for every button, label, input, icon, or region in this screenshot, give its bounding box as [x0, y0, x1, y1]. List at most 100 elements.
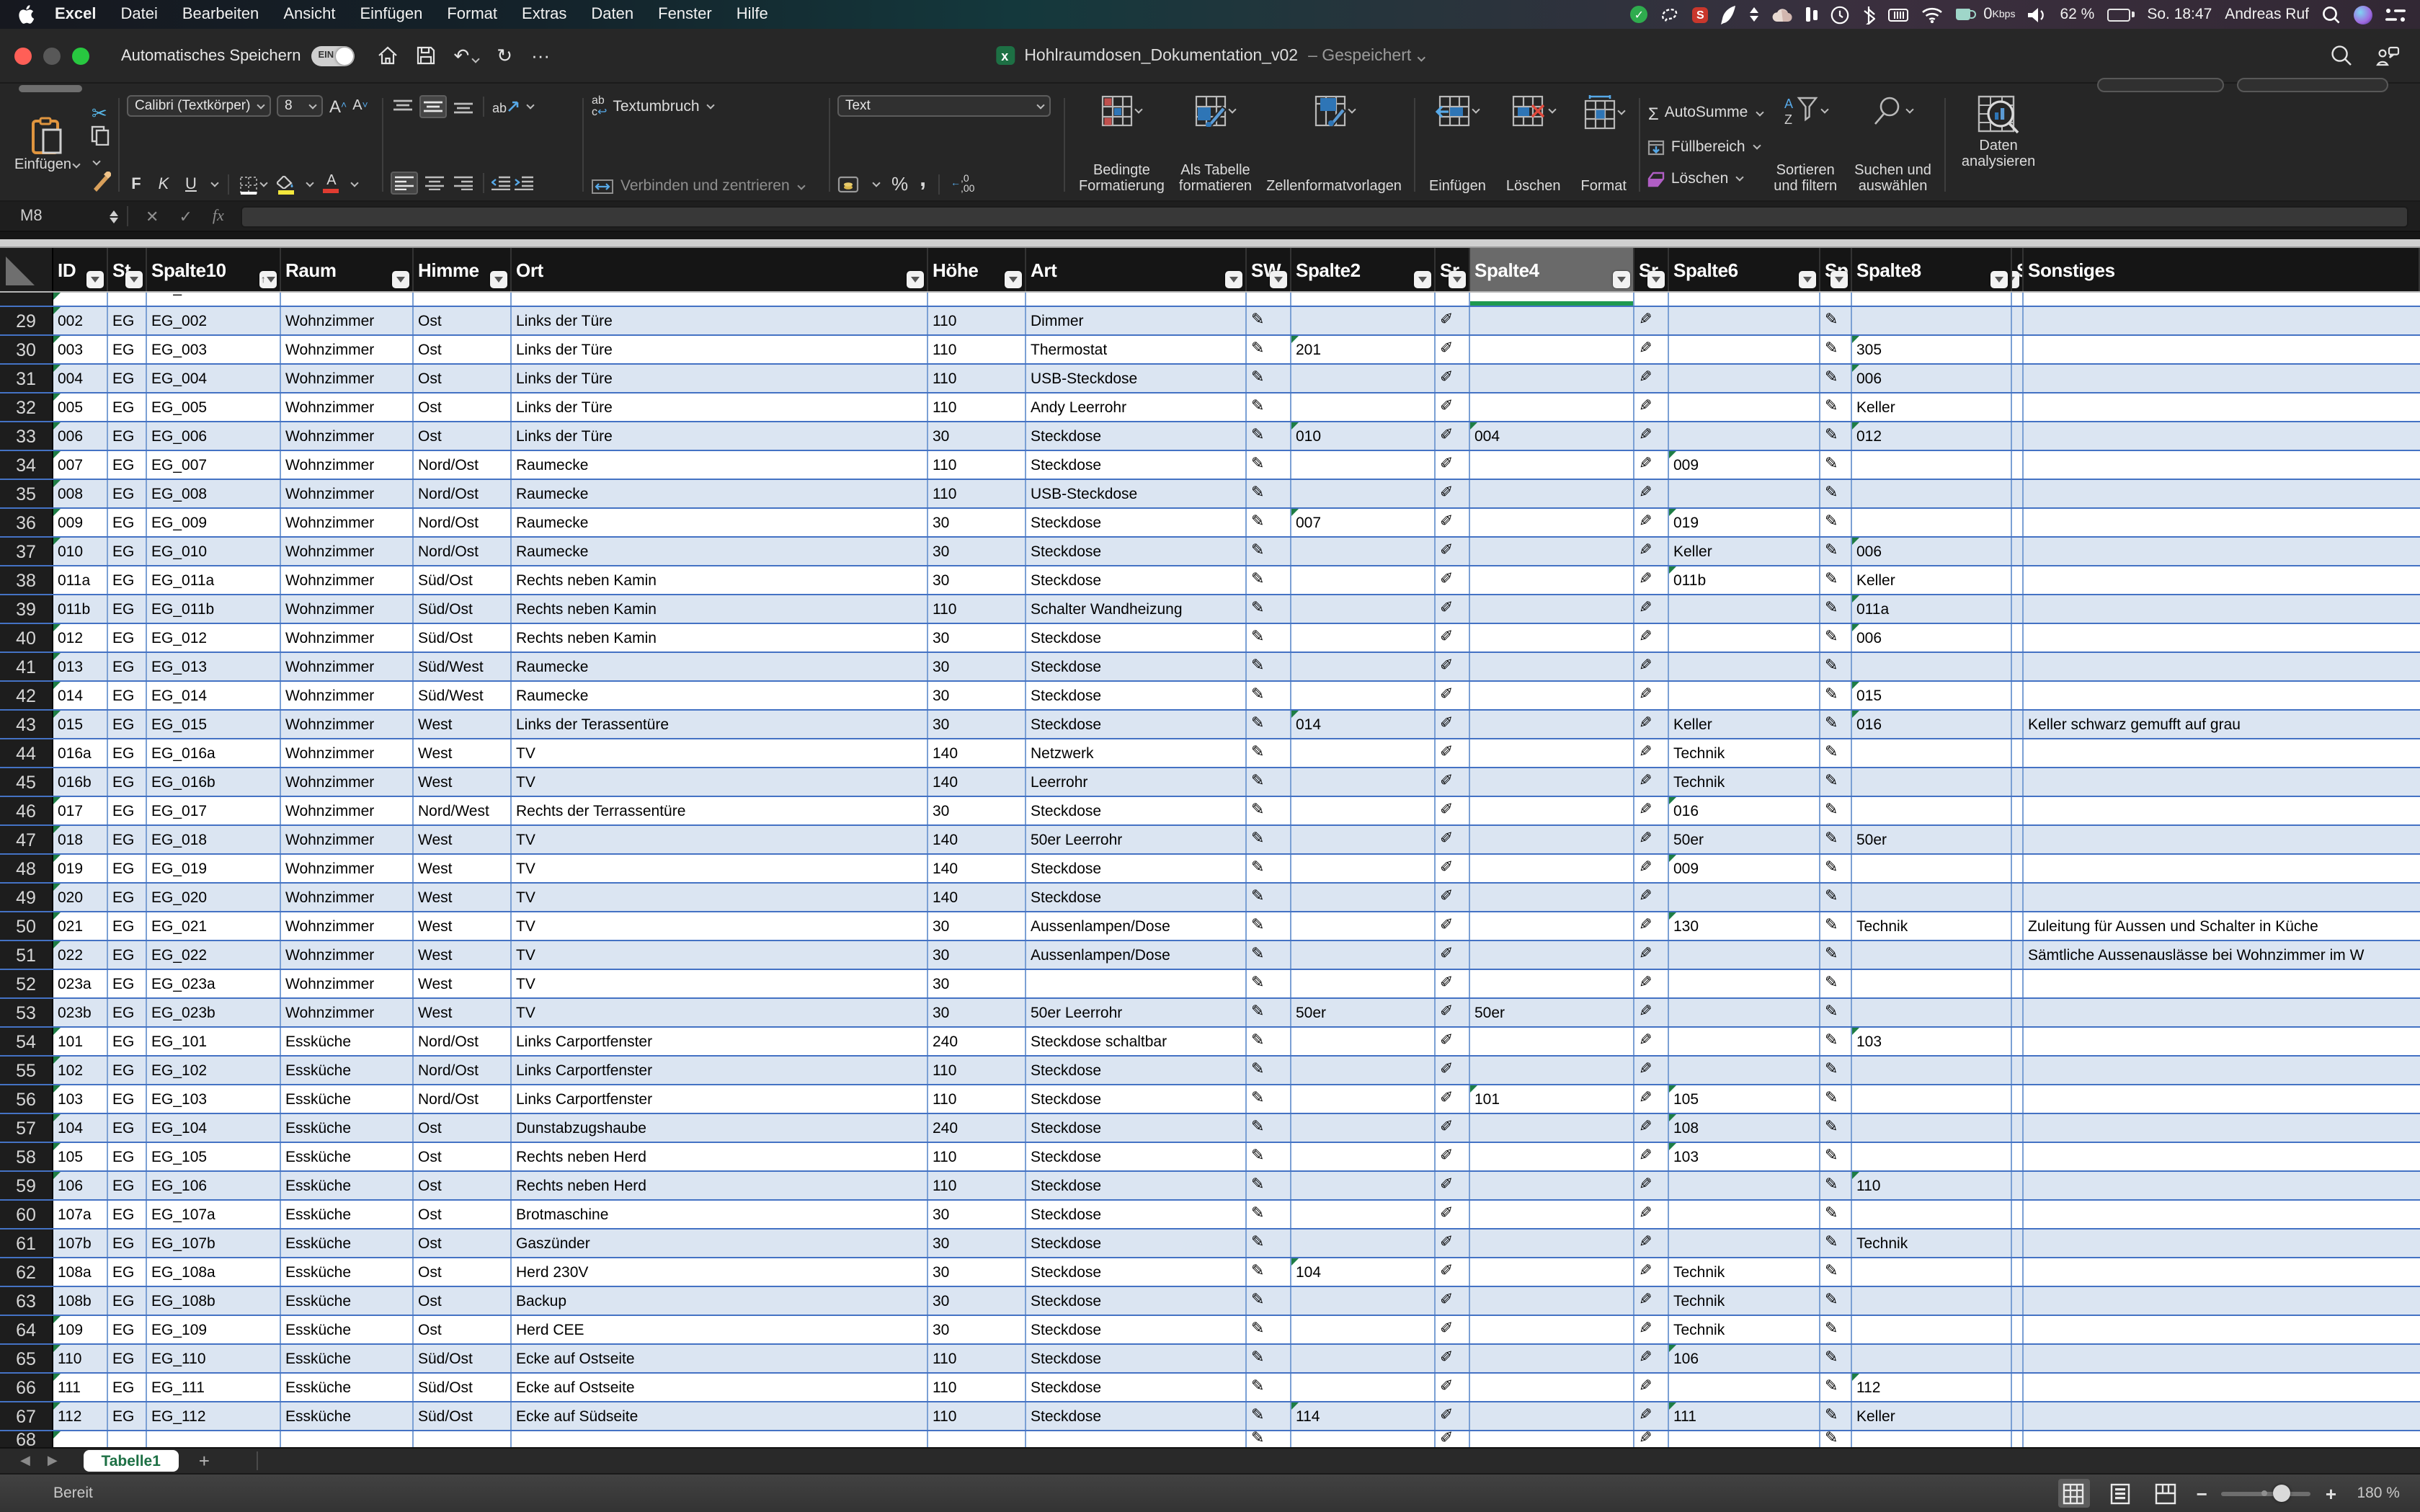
cancel-entry-button[interactable]: ✕: [146, 207, 159, 226]
cell-art[interactable]: Steckdose: [1026, 1316, 1247, 1343]
cell-st[interactable]: EG: [108, 1258, 147, 1286]
cell-ort[interactable]: TV: [512, 826, 928, 853]
cell-art[interactable]: Steckdose: [1026, 682, 1247, 709]
cell-s2[interactable]: 007: [1291, 509, 1436, 536]
row-number[interactable]: 62: [0, 1258, 53, 1286]
cell-p1[interactable]: ✎: [1247, 941, 1291, 969]
cell-id[interactable]: 008: [53, 480, 108, 507]
cell-raum[interactable]: Essküche: [281, 1085, 414, 1113]
cell-p2[interactable]: ✐: [1436, 293, 1470, 306]
cell-s4[interactable]: [1470, 538, 1634, 565]
cell-art[interactable]: Steckdose: [1026, 1143, 1247, 1170]
row-number[interactable]: 52: [0, 970, 53, 997]
cell-s6[interactable]: [1669, 1028, 1820, 1055]
decrease-indent-icon[interactable]: [491, 176, 511, 190]
cell-p3[interactable]: ✎: [1634, 711, 1669, 738]
minimize-window-button[interactable]: [43, 47, 61, 64]
cell-ort[interactable]: TV: [512, 999, 928, 1026]
cell-sonst[interactable]: [2024, 624, 2420, 652]
cell-sonst[interactable]: [2024, 855, 2420, 882]
cell-p2[interactable]: ✐: [1436, 826, 1470, 853]
lasso-icon[interactable]: [1660, 4, 1679, 25]
cell-id[interactable]: 105: [53, 1143, 108, 1170]
cell-st[interactable]: EG: [108, 538, 147, 565]
undo-icon[interactable]: ↶: [453, 44, 479, 67]
cell-hoehe[interactable]: 110: [928, 451, 1026, 479]
row-number[interactable]: 46: [0, 797, 53, 824]
cell-sliver[interactable]: [2012, 451, 2024, 479]
cell-art[interactable]: Aussenlampen/Dose: [1026, 912, 1247, 940]
cell-p2[interactable]: ✐: [1436, 1287, 1470, 1315]
comma-style-button[interactable]: ,: [920, 166, 926, 192]
cell-id[interactable]: 021: [53, 912, 108, 940]
cell-s4[interactable]: [1470, 739, 1634, 767]
cell-raum[interactable]: Essküche: [281, 1316, 414, 1343]
cell-p2[interactable]: ✐: [1436, 855, 1470, 882]
cell-p1[interactable]: ✎: [1247, 1316, 1291, 1343]
cell-id[interactable]: 004: [53, 365, 108, 392]
row-number[interactable]: 64: [0, 1316, 53, 1343]
cell-sliver[interactable]: [2012, 566, 2024, 594]
cell-p2[interactable]: ✐: [1436, 422, 1470, 450]
cell-p2[interactable]: ✐: [1436, 1431, 1470, 1447]
row-number[interactable]: 37: [0, 538, 53, 565]
cell-hoehe[interactable]: 30: [928, 711, 1026, 738]
font-color-button[interactable]: A: [323, 174, 339, 193]
cell-s6[interactable]: [1669, 999, 1820, 1026]
cell-s4[interactable]: [1470, 711, 1634, 738]
normal-view-button[interactable]: [2058, 1479, 2090, 1508]
cell-p2[interactable]: ✐: [1436, 451, 1470, 479]
align-center-icon[interactable]: [423, 173, 448, 193]
row-number[interactable]: 48: [0, 855, 53, 882]
insert-cells-button[interactable]: Einfügen: [1423, 95, 1492, 195]
cell-p4[interactable]: ✎: [1820, 884, 1852, 911]
filter-button[interactable]: [125, 271, 143, 288]
cell-p1[interactable]: ✎: [1247, 1287, 1291, 1315]
cell-s4[interactable]: [1470, 855, 1634, 882]
cell-p4[interactable]: ✎: [1820, 1374, 1852, 1401]
cell-raum[interactable]: Wohnzimmer: [281, 711, 414, 738]
cell-p3[interactable]: ✎: [1634, 624, 1669, 652]
close-window-button[interactable]: [14, 47, 32, 64]
cell-p4[interactable]: ✎: [1820, 855, 1852, 882]
sort-filter-button[interactable]: AZ Sortieren und filtern: [1768, 95, 1843, 195]
font-size-select[interactable]: 8: [277, 95, 324, 117]
cell-id[interactable]: 011a: [53, 566, 108, 594]
cell-art[interactable]: Steckdose: [1026, 1201, 1247, 1228]
cell-himmel[interactable]: Süd/West: [414, 653, 512, 680]
columns-icon[interactable]: [1806, 4, 1818, 25]
filter-button[interactable]: [1449, 271, 1466, 288]
cell-p4[interactable]: ✎: [1820, 797, 1852, 824]
cell-s8[interactable]: 006: [1852, 365, 2012, 392]
cell-s2[interactable]: 010: [1291, 422, 1436, 450]
cell-sonst[interactable]: [2024, 451, 2420, 479]
cell-p2[interactable]: ✐: [1436, 653, 1470, 680]
cell-raum[interactable]: Essküche: [281, 1057, 414, 1084]
cell-hoehe[interactable]: 30: [928, 653, 1026, 680]
cell-sp10[interactable]: EG_002: [147, 307, 281, 334]
column-header-st[interactable]: St: [108, 248, 147, 291]
cell-raum[interactable]: Wohnzimmer: [281, 912, 414, 940]
cell-s8[interactable]: Keller: [1852, 1402, 2012, 1430]
column-header-art[interactable]: Art: [1026, 248, 1247, 291]
cell-s2[interactable]: [1291, 1143, 1436, 1170]
cell-himmel[interactable]: Ost: [414, 365, 512, 392]
cell-s6[interactable]: [1669, 682, 1820, 709]
cell-raum[interactable]: Wohnzimmer: [281, 393, 414, 421]
cell-s8[interactable]: [1852, 1114, 2012, 1142]
cell-sliver[interactable]: [2012, 1085, 2024, 1113]
cell-ort[interactable]: Gaszünder: [512, 1229, 928, 1257]
cell-p1[interactable]: ✎: [1247, 1172, 1291, 1199]
cell-sp10[interactable]: EG_014: [147, 682, 281, 709]
cell-p2[interactable]: ✐: [1436, 480, 1470, 507]
cell-art[interactable]: Steckdose: [1026, 653, 1247, 680]
cell-p3[interactable]: ✎: [1634, 566, 1669, 594]
cell-himmel[interactable]: West: [414, 711, 512, 738]
cell-sonst[interactable]: [2024, 1114, 2420, 1142]
cell-sonst[interactable]: [2024, 884, 2420, 911]
cell-s8[interactable]: [1852, 1287, 2012, 1315]
cell-sonst[interactable]: [2024, 1028, 2420, 1055]
copy-icon[interactable]: [92, 125, 112, 171]
row-number[interactable]: 65: [0, 1345, 53, 1372]
cell-ort[interactable]: Links der Türe: [512, 393, 928, 421]
